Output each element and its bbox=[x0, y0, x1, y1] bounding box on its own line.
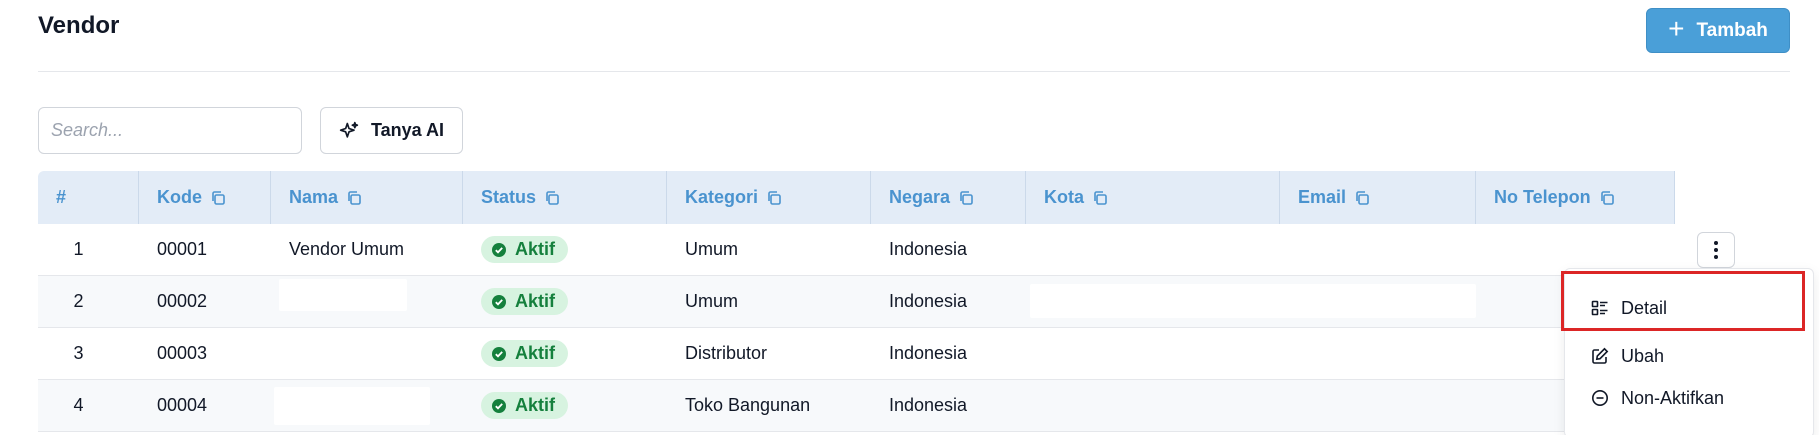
cell-email bbox=[1280, 224, 1476, 275]
column-header-kota[interactable]: Kota bbox=[1026, 171, 1280, 224]
cell-kategori: Toko Bangunan bbox=[685, 395, 811, 415]
toolbar: Tanya AI bbox=[38, 107, 464, 154]
cell-kode: 00002 bbox=[157, 291, 208, 311]
check-circle-icon bbox=[492, 346, 506, 361]
check-circle-icon bbox=[492, 294, 506, 309]
status-badge: Aktif bbox=[481, 288, 568, 315]
copy-icon[interactable] bbox=[1092, 190, 1108, 206]
cell-kota bbox=[1026, 328, 1280, 379]
menu-item-non-aktifkan[interactable]: Non-Aktifkan bbox=[1565, 374, 1813, 422]
table-row[interactable]: 3 00003 Aktif Distributor Indonesia bbox=[38, 328, 1790, 380]
cell-negara: Indonesia bbox=[889, 239, 968, 259]
copy-icon[interactable] bbox=[958, 190, 974, 206]
cell-nama: Vendor Umum bbox=[289, 239, 405, 259]
check-circle-icon bbox=[492, 242, 506, 257]
column-header-no-telepon[interactable]: No Telepon bbox=[1476, 171, 1675, 224]
cell-nama bbox=[271, 380, 463, 431]
sparkles-icon bbox=[339, 121, 359, 138]
plus-icon: + bbox=[1668, 13, 1685, 44]
status-badge: Aktif bbox=[481, 340, 568, 367]
cell-nama bbox=[271, 276, 463, 327]
cell-kota bbox=[1026, 380, 1280, 431]
cell-number: 4 bbox=[73, 395, 84, 415]
column-header-nama[interactable]: Nama bbox=[271, 171, 463, 224]
cell-kategori: Umum bbox=[685, 239, 738, 259]
table-header: # Kode Nama Status Kategori Negara Kota … bbox=[38, 171, 1790, 224]
cell-kota bbox=[1026, 276, 1476, 327]
row-actions-button[interactable] bbox=[1697, 232, 1735, 268]
check-circle-icon bbox=[492, 398, 506, 413]
cell-kategori: Distributor bbox=[685, 343, 768, 363]
column-header-kode[interactable]: Kode bbox=[139, 171, 271, 224]
cell-negara: Indonesia bbox=[889, 291, 968, 311]
cell-kota bbox=[1026, 224, 1280, 275]
copy-icon[interactable] bbox=[544, 190, 560, 206]
redacted-area bbox=[279, 279, 407, 311]
page-title: Vendor bbox=[38, 12, 120, 39]
copy-icon[interactable] bbox=[1599, 190, 1615, 206]
table-row[interactable]: 2 00002 Aktif Umum Indonesia bbox=[38, 276, 1790, 328]
cell-status: Aktif bbox=[463, 224, 667, 275]
status-badge: Aktif bbox=[481, 392, 568, 419]
cell-kategori: Umum bbox=[685, 291, 738, 311]
copy-icon[interactable] bbox=[766, 190, 782, 206]
cell-kode: 00001 bbox=[157, 239, 208, 259]
cell-kode: 00003 bbox=[157, 343, 208, 363]
table-row[interactable]: 1 00001 Vendor Umum Aktif Umum Indonesia bbox=[38, 224, 1790, 276]
page-header: Vendor + Tambah bbox=[38, 0, 1790, 72]
ask-ai-label: Tanya AI bbox=[371, 120, 445, 140]
vendor-table: # Kode Nama Status Kategori Negara Kota … bbox=[38, 171, 1790, 432]
cell-number: 3 bbox=[73, 343, 84, 363]
highlight-box bbox=[1561, 271, 1805, 331]
copy-icon[interactable] bbox=[210, 190, 226, 206]
minus-circle-icon bbox=[1592, 390, 1608, 406]
edit-icon bbox=[1592, 347, 1609, 364]
column-header-email[interactable]: Email bbox=[1280, 171, 1476, 224]
cell-status: Aktif bbox=[463, 328, 667, 379]
cell-status: Aktif bbox=[463, 380, 667, 431]
cell-status: Aktif bbox=[463, 276, 667, 327]
ask-ai-button[interactable]: Tanya AI bbox=[320, 107, 464, 154]
cell-nama bbox=[271, 328, 463, 379]
copy-icon[interactable] bbox=[1354, 190, 1370, 206]
more-vertical-icon bbox=[1714, 241, 1718, 259]
cell-email bbox=[1280, 276, 1476, 327]
column-header-negara[interactable]: Negara bbox=[871, 171, 1026, 224]
copy-icon[interactable] bbox=[346, 190, 362, 206]
cell-negara: Indonesia bbox=[889, 395, 968, 415]
column-header-status[interactable]: Status bbox=[463, 171, 667, 224]
menu-item-ubah[interactable]: Ubah bbox=[1565, 332, 1813, 380]
add-vendor-button[interactable]: + Tambah bbox=[1646, 8, 1790, 53]
cell-email bbox=[1280, 380, 1476, 431]
cell-negara: Indonesia bbox=[889, 343, 968, 363]
add-button-label: Tambah bbox=[1696, 19, 1768, 41]
vendor-page: Vendor + Tambah Tanya AI # Kode Nama Sta… bbox=[0, 0, 1819, 435]
redacted-area bbox=[274, 387, 430, 425]
cell-number: 1 bbox=[73, 239, 84, 259]
column-header-actions bbox=[1675, 171, 1790, 224]
cell-number: 2 bbox=[73, 291, 84, 311]
column-header-kategori[interactable]: Kategori bbox=[667, 171, 871, 224]
cell-kode: 00004 bbox=[157, 395, 208, 415]
status-badge: Aktif bbox=[481, 236, 568, 263]
search-input[interactable] bbox=[38, 107, 302, 154]
column-header-number[interactable]: # bbox=[38, 171, 139, 224]
cell-email bbox=[1280, 328, 1476, 379]
table-row[interactable]: 4 00004 Aktif Toko Bangunan Indonesia bbox=[38, 380, 1790, 432]
